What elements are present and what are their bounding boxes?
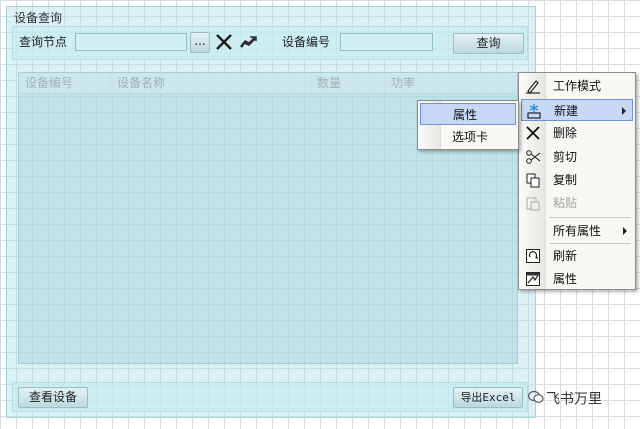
submenu-item-label: 属性: [453, 108, 478, 122]
delete-x-icon: [525, 125, 541, 141]
device-no-label: 设备编号: [282, 35, 331, 49]
menu-item-label: 刷新: [553, 249, 578, 263]
group-title: 设备查询: [14, 11, 63, 25]
column-header-device-name[interactable]: 设备名称: [111, 73, 311, 93]
node-input[interactable]: [75, 33, 187, 51]
menu-separator: [549, 243, 631, 244]
menu-item-label: 工作模式: [553, 79, 602, 93]
menu-item-copy[interactable]: 复制: [521, 169, 633, 191]
menu-item-delete[interactable]: 删除: [521, 122, 633, 144]
properties-icon: [525, 271, 541, 287]
menu-item-label: 删除: [553, 126, 578, 140]
submenu-item-properties[interactable]: 属性: [420, 103, 516, 125]
node-label: 查询节点: [19, 35, 68, 49]
paste-icon: [525, 195, 541, 211]
column-header-quantity[interactable]: 数量: [311, 73, 385, 93]
menu-item-new[interactable]: 新建: [521, 99, 633, 121]
export-excel-button[interactable]: 导出Excel: [453, 387, 523, 408]
menu-item-label: 粘贴: [553, 196, 578, 210]
table-header: 设备编号 设备名称 数量 功率: [19, 73, 517, 94]
view-device-button[interactable]: 查看设备: [18, 387, 88, 408]
submenu-item-tab[interactable]: 选项卡: [420, 126, 516, 148]
menu-item-refresh[interactable]: 刷新: [521, 245, 633, 267]
submenu-item-label: 选项卡: [452, 130, 489, 144]
device-no-input[interactable]: [340, 33, 433, 51]
menu-item-label: 所有属性: [553, 224, 602, 238]
pen-icon: [525, 78, 541, 94]
refresh-icon: [525, 248, 541, 264]
watermark-text: 飞书万里: [546, 391, 602, 408]
menu-item-cut[interactable]: 剪切: [521, 146, 633, 168]
watermark: 飞书万里: [527, 390, 602, 409]
submenu-arrow-icon: [622, 107, 626, 115]
menu-item-label: 剪切: [553, 150, 578, 164]
menu-item-label: 新建: [554, 104, 579, 118]
menu-item-all-properties[interactable]: 所有属性: [521, 220, 633, 242]
scissors-icon: [525, 149, 541, 165]
copy-icon: [525, 172, 541, 188]
query-button[interactable]: 查询: [453, 33, 524, 54]
menu-separator: [549, 217, 631, 218]
submenu-arrow-icon: [623, 227, 627, 235]
menu-item-paste[interactable]: 粘贴: [521, 192, 633, 214]
clear-x-icon[interactable]: [214, 32, 234, 52]
column-header-power[interactable]: 功率: [385, 73, 459, 93]
menu-item-label: 复制: [553, 173, 578, 187]
bottom-bar: [12, 382, 528, 412]
context-menu: 工作模式 新建 删除 剪切 复制 粘贴 所有属性 刷新 属性: [518, 72, 636, 290]
new-submenu: 属性 选项卡: [417, 100, 519, 150]
pointer-hand-icon[interactable]: [238, 32, 258, 52]
column-header-device-no[interactable]: 设备编号: [19, 73, 111, 93]
menu-item-properties[interactable]: 属性: [521, 268, 633, 290]
new-icon: [526, 103, 542, 119]
browse-button[interactable]: ...: [190, 32, 210, 53]
menu-item-work-mode[interactable]: 工作模式: [521, 75, 633, 97]
wechat-icon: [527, 390, 544, 409]
menu-item-label: 属性: [553, 272, 578, 286]
